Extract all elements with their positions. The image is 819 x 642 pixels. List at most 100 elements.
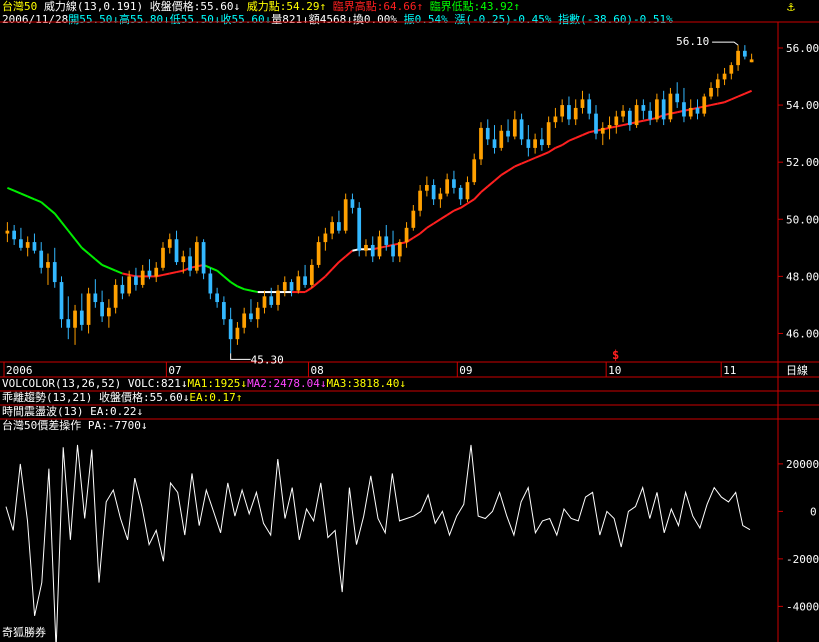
candle-body [39, 250, 44, 268]
candle-body [289, 282, 294, 291]
candle-body [194, 242, 199, 271]
candle-body [607, 125, 612, 128]
candle-body [201, 242, 206, 274]
trend-line-segment [575, 134, 583, 139]
candle-body [397, 242, 402, 257]
candle-body [655, 99, 659, 120]
candle-body [120, 284, 125, 294]
trend-line-segment [582, 131, 590, 136]
candle-body [424, 185, 429, 191]
trend-line-segment [176, 269, 184, 274]
trend-line-segment [466, 198, 475, 205]
candle-body [59, 282, 64, 320]
candle-body [512, 119, 517, 137]
candle-body [472, 159, 477, 183]
high-annotation-label: 56.10 [676, 35, 709, 48]
price-tick-label: 50.00 [786, 213, 819, 226]
candle-body [323, 233, 328, 243]
candle-body [688, 107, 693, 117]
trend-line-segment [521, 159, 529, 165]
date-tick-label: 07 [168, 364, 181, 377]
candle-body [594, 113, 598, 134]
candle-body [587, 99, 592, 114]
trend-line-segment [419, 227, 428, 235]
candle-body [634, 105, 639, 126]
trend-line-segment [60, 221, 70, 232]
candle-body [262, 296, 267, 308]
trend-line-segment [643, 118, 651, 122]
price-chart[interactable]: 56.00 54.00 52.00 50.00 48.00 46.00 2006 07 08 0… [0, 0, 819, 642]
trend-line-segment [40, 201, 49, 209]
candle-body [600, 127, 605, 134]
trend-line-segment [223, 275, 232, 283]
spread-tick-label: -20000 [786, 553, 819, 566]
price-axis: 56.00 54.00 52.00 50.00 48.00 46.00 [778, 42, 819, 340]
candle-body [242, 313, 247, 328]
date-tick-label: 11 [723, 364, 736, 377]
trend-line-segment [548, 147, 556, 154]
trend-line-segment [541, 151, 550, 156]
chart-frame [0, 21, 819, 642]
candle-body [573, 107, 578, 120]
trend-line-segment [13, 189, 22, 195]
candle-body [269, 296, 274, 305]
trend-line-segment [108, 266, 117, 272]
trend-line-segment [216, 269, 225, 278]
price-tick-label: 48.00 [786, 270, 819, 283]
candle-body [709, 87, 713, 97]
candle-body [337, 222, 341, 231]
candle-body [19, 239, 23, 248]
candle-body [161, 247, 165, 268]
candle-body [736, 50, 740, 66]
candle-body [222, 302, 226, 320]
trend-line-segment [561, 139, 570, 146]
candle-body [147, 270, 152, 277]
candle-body [641, 105, 646, 111]
price-tick-label: 52.00 [786, 156, 819, 169]
candle-body [174, 239, 179, 263]
candle-body [66, 319, 71, 328]
trend-line-segment [324, 268, 333, 278]
candle-body [499, 130, 504, 148]
candle-body [79, 310, 84, 325]
candle-body [560, 105, 565, 117]
candle-body [492, 139, 497, 148]
candle-body [364, 244, 368, 251]
trend-line-segment [101, 264, 110, 269]
trend-line-segment [345, 249, 354, 258]
trend-line-segment [717, 101, 725, 105]
trend-line-segment [616, 124, 624, 128]
trend-line-segment [737, 92, 746, 98]
date-tick-label: 2006 [6, 364, 33, 377]
date-tick-label: 09 [459, 364, 472, 377]
candle-body [458, 187, 463, 200]
candle-body [25, 242, 30, 248]
candle-body [648, 110, 652, 120]
candle-body [445, 179, 450, 194]
candle-body [729, 65, 734, 74]
candle-body [52, 262, 57, 283]
spread-chart: 20000 0 -20000 -40000 [5, 444, 819, 642]
annotations: 56.10 45.30 [230, 35, 739, 366]
candle-body [621, 110, 625, 117]
candle-body [167, 239, 172, 248]
candle-body [140, 270, 145, 285]
candle-body [485, 127, 490, 140]
candle-body [722, 73, 727, 80]
candle-body [357, 207, 362, 251]
candle-body [479, 127, 483, 160]
candle-body [134, 276, 138, 285]
high-annotation-line [712, 41, 739, 46]
candle-body [533, 139, 537, 148]
candle-body [316, 242, 321, 265]
candle-body [546, 122, 551, 146]
trend-line-segment [34, 198, 42, 204]
candle-body [418, 190, 422, 211]
trend-line-segment [568, 136, 577, 142]
candles [5, 45, 754, 354]
candle-body [540, 139, 544, 146]
trend-line-segment [304, 286, 313, 293]
candle-body [215, 293, 219, 303]
trend-line-segment [317, 275, 327, 283]
trend-line-segment [115, 269, 123, 275]
